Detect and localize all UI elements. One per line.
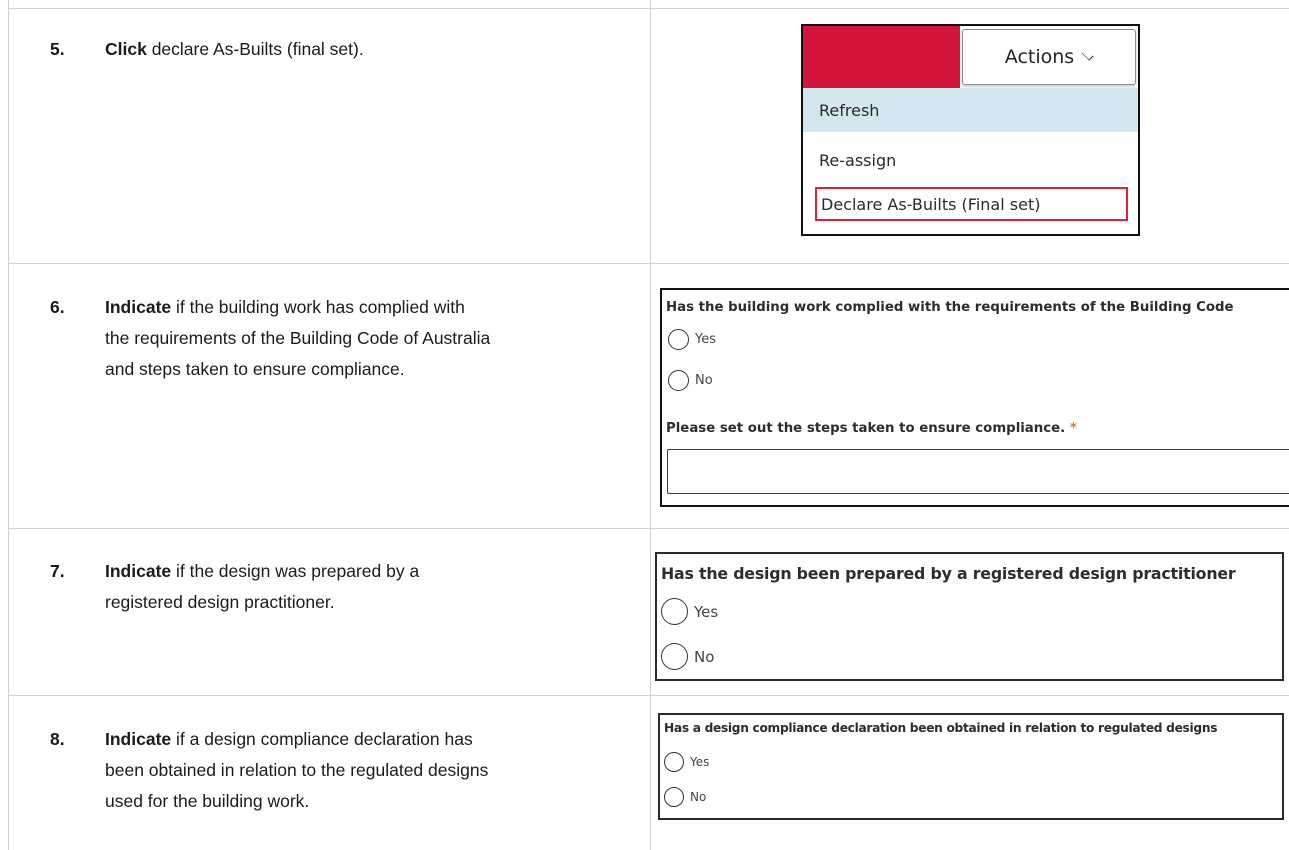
brand-bar [803, 26, 960, 88]
steps-textarea[interactable] [667, 449, 1289, 494]
declaration-option-no[interactable]: No [664, 787, 706, 807]
design-practitioner-form: Has the design been prepared by a regist… [655, 552, 1284, 681]
table-border-left [8, 0, 9, 850]
steps-label: Please set out the steps taken to ensure… [666, 421, 1077, 436]
table-row-divider [8, 695, 1289, 696]
actions-menu-screenshot: Actions Refresh Re-assign Declare As-Bui… [801, 24, 1140, 236]
required-marker: * [1069, 421, 1077, 436]
bca-option-no[interactable]: No [668, 370, 713, 391]
table-row-divider [8, 263, 1289, 264]
design-question: Has the design been prepared by a regist… [661, 564, 1236, 583]
menu-item-reassign[interactable]: Re-assign [803, 138, 1138, 182]
step-number: 6. [50, 297, 65, 317]
step-text: Indicate if the building work has compli… [105, 297, 491, 379]
declaration-option-yes[interactable]: Yes [664, 752, 709, 772]
design-option-yes[interactable]: Yes [661, 598, 718, 625]
step-number: 7. [50, 561, 65, 581]
bca-option-yes[interactable]: Yes [668, 329, 716, 350]
table-row-divider [8, 8, 1289, 9]
radio-button[interactable] [661, 643, 688, 670]
table-column-divider [650, 0, 651, 850]
step-number: 5. [50, 39, 65, 59]
menu-item-refresh[interactable]: Refresh [803, 88, 1138, 132]
step-text: Indicate if the design was prepared by a… [105, 561, 420, 612]
step-number: 8. [50, 729, 65, 749]
radio-button[interactable] [668, 370, 689, 391]
bca-question: Has the building work complied with the … [666, 300, 1234, 315]
radio-button[interactable] [661, 598, 688, 625]
declaration-form: Has a design compliance declaration been… [658, 713, 1284, 820]
design-option-no[interactable]: No [661, 643, 714, 670]
step-text: Indicate if a design compliance declarat… [105, 729, 489, 811]
radio-button[interactable] [668, 329, 689, 350]
table-row-divider [8, 528, 1289, 529]
declaration-question: Has a design compliance declaration been… [664, 721, 1218, 735]
radio-button[interactable] [664, 787, 684, 807]
radio-button[interactable] [664, 752, 684, 772]
step-text: Click declare As-Builts (final set). [105, 39, 364, 59]
chevron-down-icon [1081, 47, 1094, 61]
menu-item-declare-as-builts[interactable]: Declare As-Builts (Final set) [815, 187, 1128, 221]
bca-compliance-form: Has the building work complied with the … [660, 288, 1289, 507]
actions-button[interactable]: Actions [962, 29, 1136, 85]
